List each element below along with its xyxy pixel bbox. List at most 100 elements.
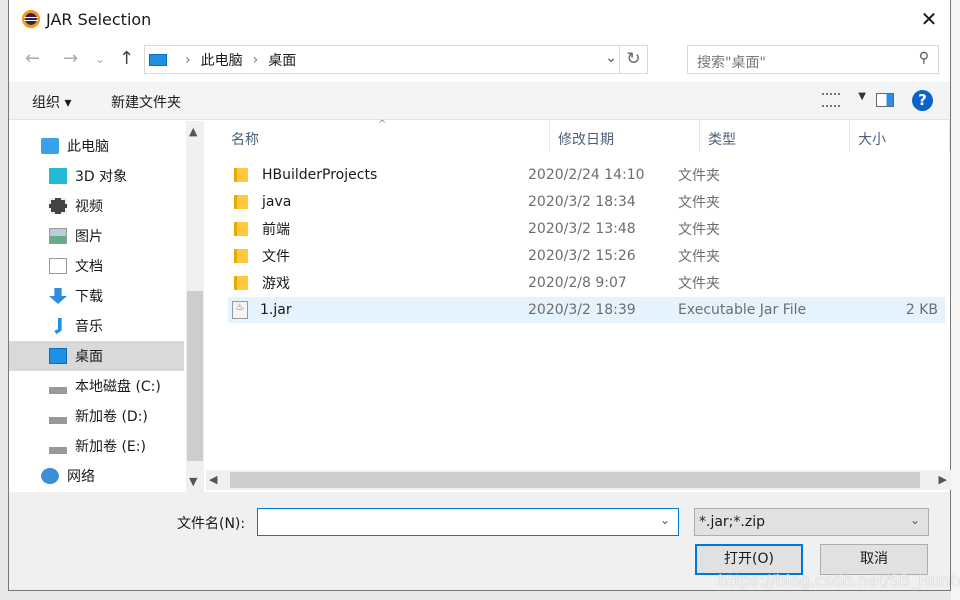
nav-item[interactable]: 此电脑 [9, 131, 184, 161]
column-type[interactable]: 类型 [700, 121, 850, 152]
breadcrumb-this-pc[interactable]: 此电脑 [201, 50, 243, 70]
filename-label: 文件名(N): [177, 516, 246, 532]
nav-item[interactable]: 图片 [9, 221, 184, 251]
view-options-icon[interactable] [822, 93, 840, 107]
navigation-bar: ← → ⌄ ↑ › 此电脑 › 桌面 ⌄ ↻ 搜索"桌面" ⚲ [9, 44, 950, 76]
file-name-cell: 文件 [228, 246, 528, 266]
folder-icon [234, 276, 248, 290]
up-button[interactable]: ↑ [119, 48, 134, 69]
file-name-cell: java [228, 194, 528, 210]
chevron-right-icon: › [185, 51, 191, 68]
column-size[interactable]: 大小 [850, 121, 950, 152]
chevron-down-icon[interactable]: ⌄ [660, 513, 670, 527]
file-type: 文件夹 [678, 222, 720, 238]
document-icon [49, 258, 67, 274]
file-name-cell: ♨ 1.jar [228, 301, 528, 319]
scroll-left-icon[interactable]: ◀ [209, 473, 217, 486]
nav-item-label: 图片 [75, 229, 103, 245]
filename-input[interactable]: ⌄ [257, 508, 679, 536]
view-dropdown-icon[interactable]: ▼ [858, 91, 866, 102]
nav-item[interactable]: 下载 [9, 281, 184, 311]
jar-file-icon: ♨ [232, 301, 248, 319]
navigation-pane: 此电脑 3D 对象视频图片文档 下载 音乐 桌面 本地磁盘 (C:) 新加卷 (D:) 新加卷… [9, 121, 204, 492]
eclipse-icon [22, 10, 40, 28]
search-icon[interactable]: ⚲ [919, 50, 929, 66]
scroll-up-icon[interactable]: ▲ [189, 125, 197, 138]
nav-item-label: 新加卷 (D:) [75, 409, 148, 425]
forward-button[interactable]: → [63, 48, 78, 69]
chevron-down-icon: ⌄ [909, 513, 920, 527]
nav-item[interactable]: 视频 [9, 191, 184, 221]
file-modified: 2020/3/2 18:34 [528, 194, 636, 210]
nav-item-label: 3D 对象 [75, 169, 128, 185]
folder-icon [234, 195, 248, 209]
file-modified: 2020/2/8 9:07 [528, 275, 627, 291]
file-row[interactable]: 游戏 2020/2/8 9:07 文件夹 [228, 270, 945, 296]
file-row[interactable]: 文件 2020/3/2 15:26 文件夹 [228, 243, 945, 269]
file-name: HBuilderProjects [262, 167, 378, 183]
new-folder-button[interactable]: 新建文件夹 [111, 92, 181, 112]
nav-item[interactable]: 新加卷 (E:) [9, 431, 184, 461]
scroll-thumb[interactable] [230, 472, 920, 488]
file-type: 文件夹 [678, 249, 720, 265]
preview-pane-icon[interactable] [876, 93, 894, 107]
toolbar: 组织 ▾ 新建文件夹 ▼ ? [9, 82, 950, 120]
chevron-down-icon[interactable]: ⌄ [605, 50, 617, 66]
desktop-icon [149, 53, 167, 66]
cube-icon [49, 168, 67, 184]
nav-item-label: 新加卷 (E:) [75, 439, 146, 455]
file-row[interactable]: ♨ 1.jar 2020/3/2 18:39 Executable Jar File 2… [228, 297, 945, 323]
picture-icon [49, 228, 67, 244]
background-window [951, 0, 960, 600]
close-button[interactable]: ✕ [916, 6, 942, 32]
search-placeholder: 搜索"桌面" [697, 55, 766, 71]
column-modified[interactable]: 修改日期 [550, 121, 700, 152]
download-icon [49, 288, 67, 304]
back-button[interactable]: ← [25, 48, 40, 69]
music-icon [54, 318, 62, 334]
sort-ascending-icon: ^ [378, 119, 387, 130]
nav-item[interactable]: 文档 [9, 251, 184, 281]
nav-item[interactable]: 网络 [9, 461, 184, 491]
file-modified: 2020/3/2 15:26 [528, 248, 636, 264]
nav-scrollbar[interactable]: ▲ ▼ [186, 121, 204, 492]
file-name-cell: 前端 [228, 219, 528, 239]
horizontal-scrollbar[interactable]: ◀ ▶ [206, 470, 951, 490]
nav-item[interactable]: 本地磁盘 (C:) [9, 371, 184, 401]
scroll-down-icon[interactable]: ▼ [189, 475, 197, 488]
refresh-button[interactable]: ↻ [619, 46, 647, 73]
file-row[interactable]: 前端 2020/3/2 13:48 文件夹 [228, 216, 945, 242]
file-row[interactable]: HBuilderProjects 2020/2/24 14:10 文件夹 [228, 162, 945, 188]
organize-button[interactable]: 组织 ▾ [32, 92, 71, 112]
file-name: 文件 [262, 249, 290, 265]
desktop-icon [49, 348, 67, 364]
scroll-thumb[interactable] [187, 291, 203, 461]
file-type: 文件夹 [678, 168, 720, 184]
jar-selection-dialog: JAR Selection ✕ ← → ⌄ ↑ › 此电脑 › 桌面 ⌄ ↻ 搜… [8, 0, 951, 591]
folder-icon [234, 249, 248, 263]
help-button[interactable]: ? [912, 90, 933, 111]
video-icon [49, 198, 67, 214]
nav-item[interactable]: 桌面 [9, 341, 184, 371]
file-row[interactable]: java 2020/3/2 18:34 文件夹 [228, 189, 945, 215]
nav-item[interactable]: 3D 对象 [9, 161, 184, 191]
file-size: 2 KB [905, 302, 938, 318]
file-name: java [262, 194, 292, 210]
computer-icon [41, 138, 59, 154]
nav-item-label: 此电脑 [67, 139, 109, 155]
recent-dropdown[interactable]: ⌄ [95, 52, 105, 66]
drive-icon [49, 438, 67, 454]
title-bar: JAR Selection ✕ [9, 0, 950, 38]
scroll-right-icon[interactable]: ▶ [939, 473, 947, 486]
file-list: 名称 ^ 修改日期 类型 大小 HBuilderProjects 2020/2/2… [206, 119, 951, 470]
nav-item[interactable]: 音乐 [9, 311, 184, 341]
nav-item[interactable]: 新加卷 (D:) [9, 401, 184, 431]
window-title: JAR Selection [46, 10, 152, 29]
file-type-value: *.jar;*.zip [699, 514, 765, 530]
breadcrumb-desktop[interactable]: 桌面 [268, 50, 296, 70]
search-input[interactable]: 搜索"桌面" ⚲ [687, 45, 939, 74]
file-type-select[interactable]: *.jar;*.zip ⌄ [694, 508, 929, 536]
file-name: 游戏 [262, 276, 290, 292]
file-name-cell: 游戏 [228, 273, 528, 293]
address-bar[interactable]: › 此电脑 › 桌面 ⌄ ↻ [144, 45, 648, 74]
